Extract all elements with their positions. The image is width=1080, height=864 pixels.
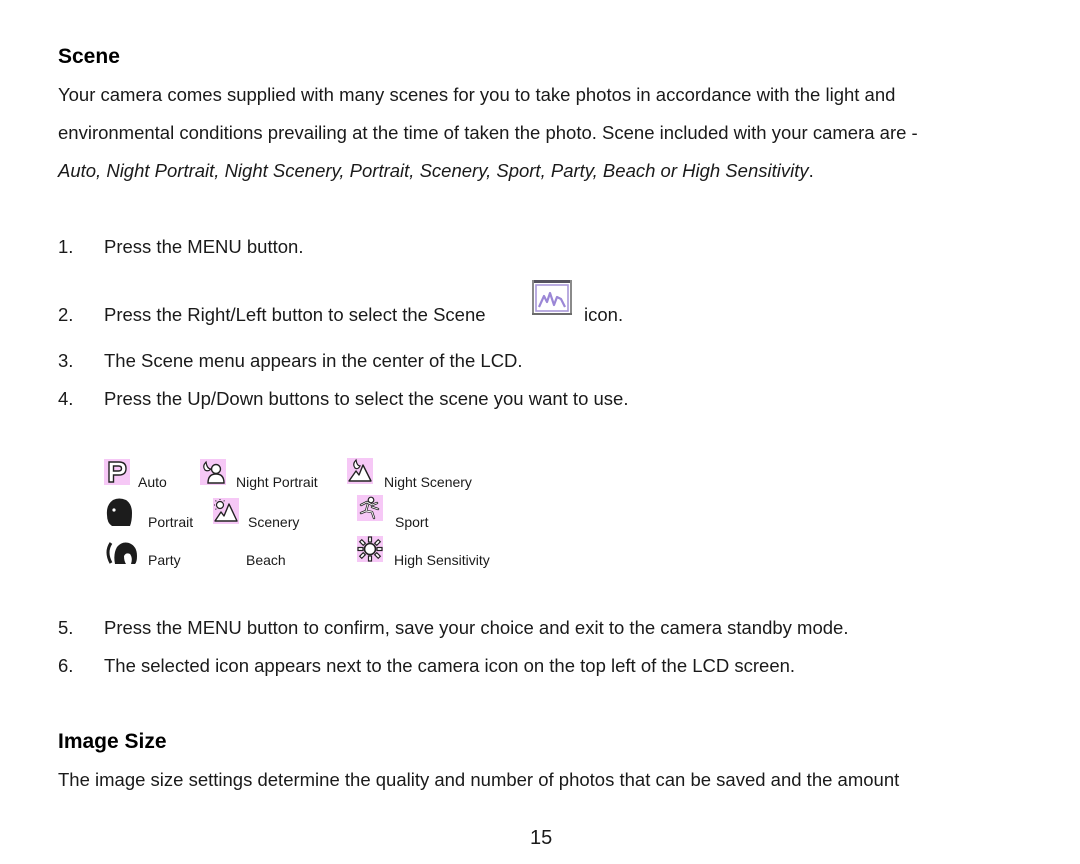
portrait-icon xyxy=(104,497,134,527)
step-text-after: icon. xyxy=(584,304,624,325)
high-sensitivity-icon xyxy=(357,536,383,562)
step-text: Press the Right/Left button to select th… xyxy=(104,304,486,325)
step-text: The Scene menu appears in the center of … xyxy=(104,350,523,371)
scene-label-scenery: Scenery xyxy=(248,514,300,530)
step-number: 1. xyxy=(58,236,74,257)
page-number: 15 xyxy=(530,827,553,849)
sport-icon xyxy=(357,495,383,521)
scene-label-night-scenery: Night Scenery xyxy=(384,474,472,490)
scene-label-beach: Beach xyxy=(246,552,286,568)
night-scenery-icon xyxy=(347,458,373,484)
party-icon xyxy=(104,540,140,566)
scene-label-sport: Sport xyxy=(395,514,429,530)
section-heading-image-size: Image Size xyxy=(58,730,167,753)
intro-line-3: Auto, Night Portrait, Night Scenery, Por… xyxy=(58,160,814,182)
step-number: 2. xyxy=(58,304,74,325)
step-number: 4. xyxy=(58,388,74,409)
section-heading-scene: Scene xyxy=(58,45,120,68)
step-text: Press the MENU button. xyxy=(104,236,304,257)
image-size-intro: The image size settings determine the qu… xyxy=(58,769,900,790)
step-text: Press the Up/Down buttons to select the … xyxy=(104,388,629,409)
scene-label-night-portrait: Night Portrait xyxy=(236,474,318,490)
period: . xyxy=(808,160,814,181)
step-text: The selected icon appears next to the ca… xyxy=(104,655,796,676)
step-number: 6. xyxy=(58,655,74,676)
scene-label-auto: Auto xyxy=(138,474,167,490)
scene-label-high-sensitivity: High Sensitivity xyxy=(394,552,490,568)
night-portrait-icon xyxy=(200,459,226,485)
intro-line-2: environmental conditions prevailing at t… xyxy=(58,122,918,143)
scene-mode-icon xyxy=(531,279,573,317)
step-number: 5. xyxy=(58,617,74,638)
step-text: Press the MENU button to confirm, save y… xyxy=(104,617,849,638)
auto-p-icon xyxy=(104,459,130,485)
scene-label-party: Party xyxy=(148,552,181,568)
scenery-icon xyxy=(213,498,239,524)
intro-line-1: Your camera comes supplied with many sce… xyxy=(58,84,896,105)
scene-label-portrait: Portrait xyxy=(148,514,194,530)
scene-list-italic: Auto, Night Portrait, Night Scenery, Por… xyxy=(58,160,809,181)
step-number: 3. xyxy=(58,350,74,371)
